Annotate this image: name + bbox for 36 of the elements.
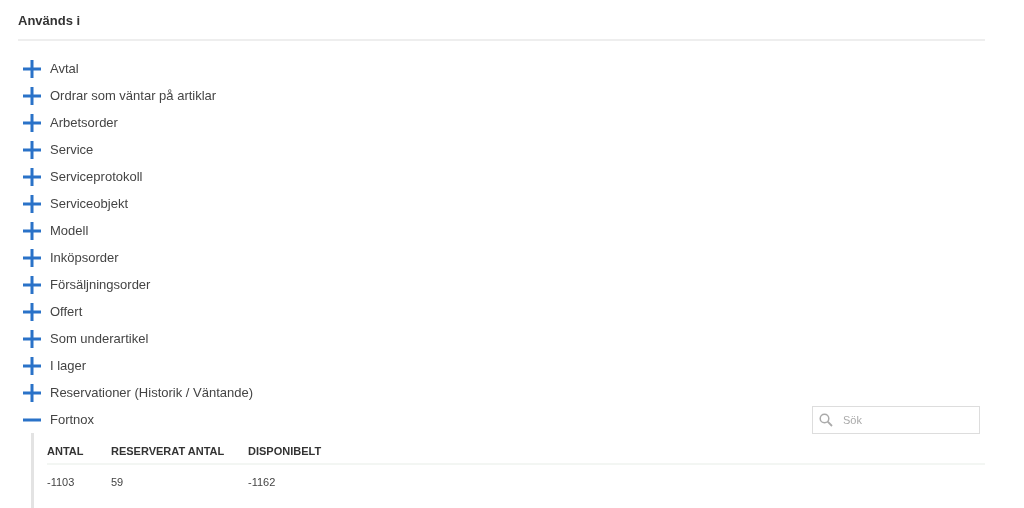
plus-icon[interactable] (23, 302, 41, 321)
plus-icon[interactable] (23, 194, 41, 213)
table-cell-text: 59 (111, 475, 125, 491)
group-label[interactable]: Arbetsorder (50, 112, 118, 133)
group-label[interactable]: Service (50, 139, 94, 160)
group-label[interactable]: Serviceprotokoll (50, 166, 143, 187)
plus-icon[interactable] (23, 221, 41, 240)
column-header: DISPONIBELT (248, 443, 323, 459)
plus-icon[interactable] (23, 248, 41, 267)
group-label[interactable]: Fortnox (50, 409, 95, 430)
table-cell-text: -1162 (248, 475, 277, 491)
plus-icon[interactable] (23, 275, 41, 294)
search-icon (819, 412, 833, 427)
group-label[interactable]: I lager (50, 355, 87, 376)
plus-icon[interactable] (23, 140, 41, 159)
group-label[interactable]: Avtal (50, 58, 79, 79)
group-label[interactable]: Försäljningsorder (50, 274, 151, 295)
column-header: RESERVERAT ANTAL (111, 443, 226, 459)
group-label[interactable]: Modell (50, 220, 89, 241)
table-cell-text: -1103 (47, 475, 76, 491)
plus-icon[interactable] (23, 356, 41, 375)
section-title: Används i (18, 12, 82, 30)
group-label[interactable]: Offert (50, 301, 83, 322)
plus-icon[interactable] (23, 113, 41, 132)
group-label[interactable]: Inköpsorder (50, 247, 119, 268)
column-header: ANTAL (47, 443, 85, 459)
group-label[interactable]: Ordrar som väntar på artiklar (50, 85, 217, 106)
group-label[interactable]: Reservationer (Historik / Väntande) (50, 382, 254, 403)
group-label[interactable]: Serviceobjekt (50, 193, 129, 214)
group-label[interactable]: Som underartikel (50, 328, 149, 349)
plus-icon[interactable] (23, 86, 41, 105)
plus-icon[interactable] (23, 383, 41, 402)
plus-icon[interactable] (23, 329, 41, 348)
plus-icon[interactable] (23, 59, 41, 78)
plus-icon[interactable] (23, 167, 41, 186)
search-field[interactable]: Sök (812, 405, 980, 434)
